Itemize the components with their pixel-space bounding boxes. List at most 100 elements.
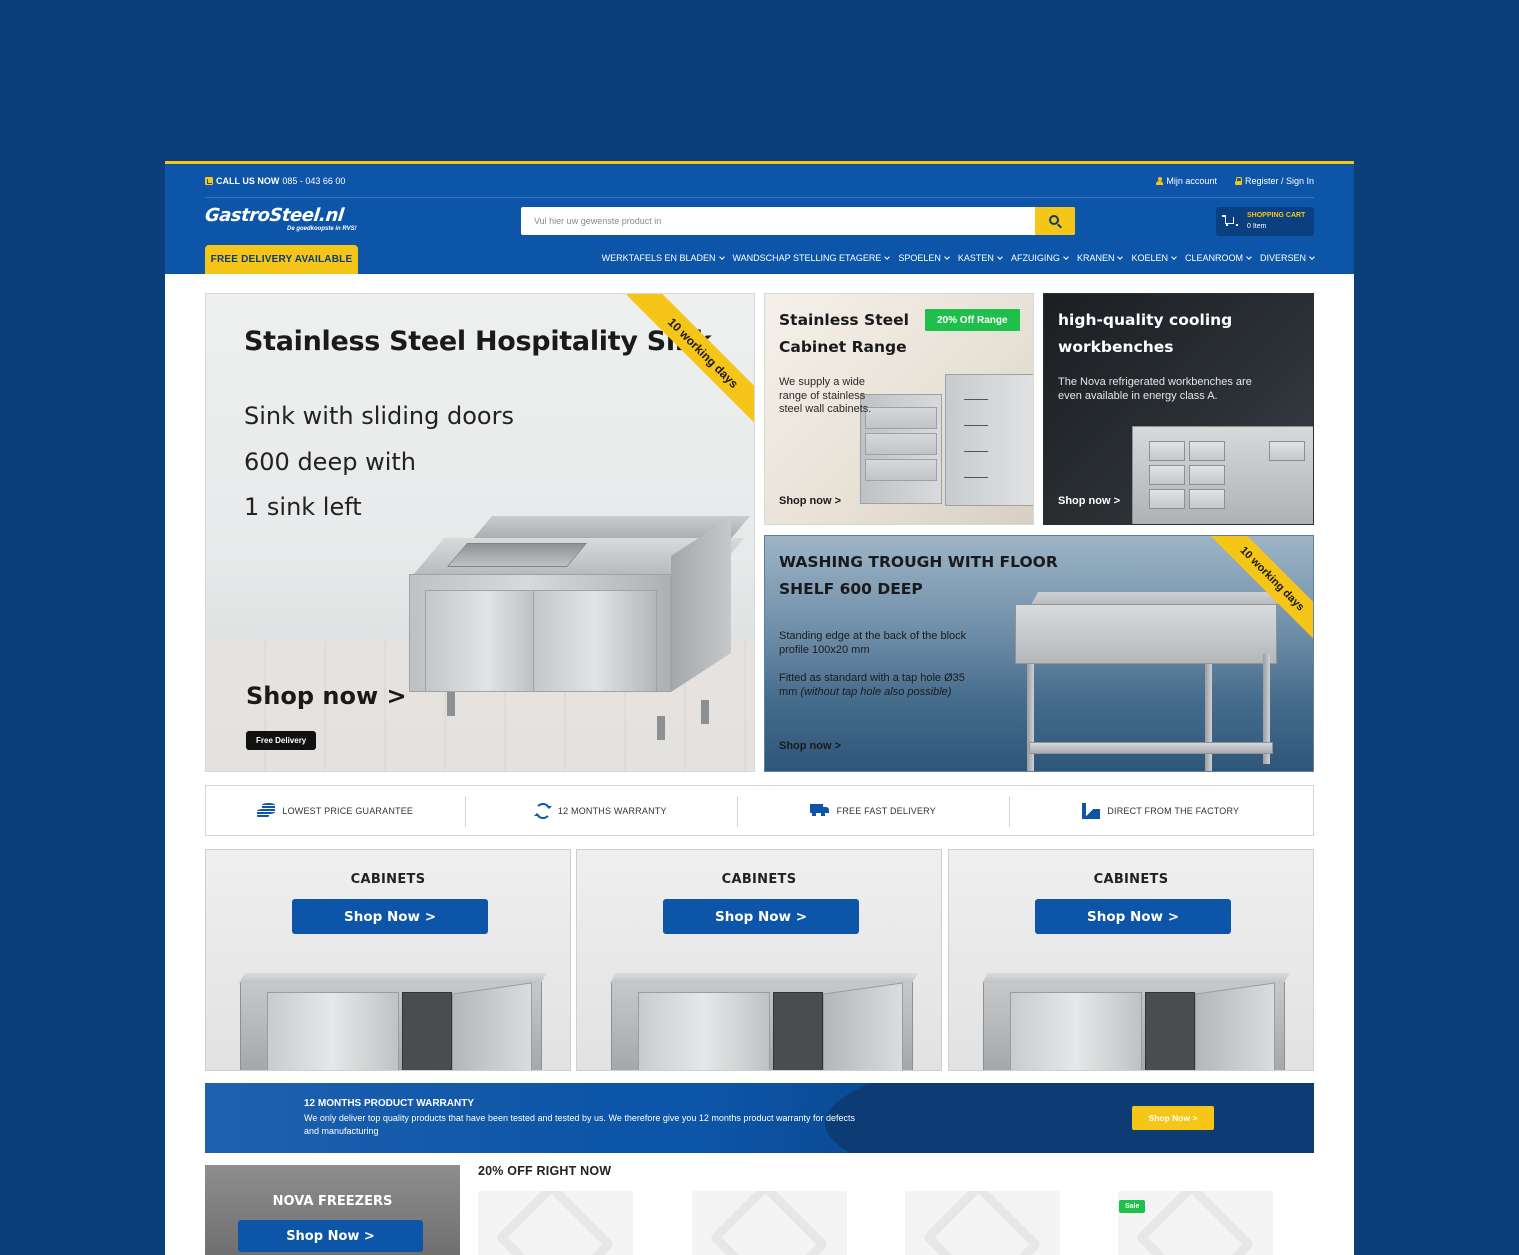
usp-warranty: 12 MONTHS WARRANTY: [464, 786, 738, 835]
logo-tagline: De goedkoopste in RVS!: [287, 226, 357, 232]
usp-direct-factory: DIRECT FROM THE FACTORY: [1008, 786, 1313, 835]
lock-icon: [1234, 177, 1243, 185]
tall-cabinet-image: [945, 374, 1033, 506]
search-button[interactable]: [1035, 207, 1075, 235]
top-bar: CALL US NOW 085 - 043 66 00 Mijn account…: [205, 176, 1314, 194]
usp-label: FREE FAST DELIVERY: [836, 805, 936, 816]
free-delivery-badge: Free Delivery: [246, 731, 317, 750]
topbar-divider: [205, 197, 1314, 198]
warranty-title: 12 MONTHS PRODUCT WARRANTY: [304, 1098, 475, 1109]
register-signin-link[interactable]: Register / Sign In: [1234, 176, 1314, 186]
call-label: CALL US NOW: [216, 176, 280, 186]
category-tile[interactable]: CABINETS Shop Now >: [576, 849, 942, 1071]
usp-lowest-price: LOWEST PRICE GUARANTEE: [206, 786, 465, 835]
nav-item-diversen[interactable]: DIVERSEN: [1260, 253, 1314, 263]
warranty-shop-now-button[interactable]: Shop Now >: [1132, 1106, 1214, 1130]
cabinet-shop-now-link[interactable]: Shop now >: [779, 495, 841, 507]
trough-product-image: [1015, 604, 1277, 664]
decorative-wave: [825, 1083, 1314, 1153]
product-card[interactable]: [478, 1191, 633, 1255]
usp-bar: LOWEST PRICE GUARANTEE 12 MONTHS WARRANT…: [205, 785, 1314, 836]
free-delivery-tab[interactable]: FREE DELIVERY AVAILABLE: [205, 245, 358, 274]
nova-freezers-tile[interactable]: NOVA FREEZERS Shop Now >: [205, 1165, 460, 1255]
hero-ribbon: 10 working days: [626, 294, 754, 430]
shopping-cart-button[interactable]: SHOPPING CART 0 Item: [1216, 207, 1314, 236]
nav-item-werktafels[interactable]: WERKTAFELS EN BLADEN: [602, 253, 724, 263]
phone-number: 085 - 043 66 00: [282, 176, 346, 186]
trough-floor-shelf: [1029, 742, 1273, 754]
category-tile[interactable]: CABINETS Shop Now >: [205, 849, 571, 1071]
cabinet-banner-title: Stainless Steel Cabinet Range: [779, 307, 909, 361]
hero-line-3: 1 sink left: [244, 493, 362, 521]
trough-description-2b: (without tap hole also possible): [800, 686, 952, 698]
category-shop-now-button[interactable]: Shop Now >: [663, 899, 859, 934]
logo-wordmark: GastroSteel.nl: [203, 205, 345, 226]
placeholder-image-icon: [921, 1191, 1043, 1255]
category-shop-now-button[interactable]: Shop Now >: [1035, 899, 1231, 934]
workbench-product-image: [1132, 426, 1313, 524]
hero-sink-banner[interactable]: Stainless Steel Hospitality Sink Sink wi…: [205, 293, 755, 772]
offers-heading: 20% OFF RIGHT NOW: [478, 1164, 612, 1178]
nav-item-spoelen[interactable]: SPOELEN: [898, 253, 949, 263]
product-card[interactable]: [692, 1191, 847, 1255]
trough-title-line-1: WASHING TROUGH WITH FLOOR: [779, 553, 1058, 571]
website-frame: CALL US NOW 085 - 043 66 00 Mijn account…: [165, 161, 1354, 1255]
trough-banner-title: WASHING TROUGH WITH FLOOR SHELF 600 DEEP: [779, 549, 1058, 603]
cooling-title-line-1: high-quality cooling: [1058, 311, 1233, 329]
cart-title: SHOPPING CART: [1247, 212, 1306, 219]
usp-label: 12 MONTHS WARRANTY: [557, 805, 667, 816]
account-links: Mijn account Register / Sign In: [1156, 176, 1314, 186]
warranty-banner: 12 MONTHS PRODUCT WARRANTY We only deliv…: [205, 1083, 1314, 1153]
cabinet-title-line-1: Stainless Steel: [779, 311, 909, 329]
hero-line-1: Sink with sliding doors: [244, 402, 514, 430]
trough-shop-now-link[interactable]: Shop now >: [779, 740, 841, 752]
placeholder-image-icon: [708, 1191, 830, 1255]
search-bar: [521, 207, 1075, 235]
washing-trough-banner[interactable]: WASHING TROUGH WITH FLOOR SHELF 600 DEEP…: [764, 535, 1314, 772]
nova-shop-now-button[interactable]: Shop Now >: [238, 1220, 423, 1252]
discount-badge: 20% Off Range: [925, 309, 1020, 331]
factory-icon: [1082, 802, 1101, 819]
site-logo[interactable]: GastroSteel.nl De goedkoopste in RVS!: [203, 205, 377, 238]
cooling-shop-now-link[interactable]: Shop now >: [1058, 495, 1120, 507]
site-header: CALL US NOW 085 - 043 66 00 Mijn account…: [165, 164, 1354, 274]
nav-item-wandschap[interactable]: WANDSCHAP STELLING ETAGERE: [733, 253, 890, 263]
warranty-description: We only deliver top quality products tha…: [304, 1113, 855, 1136]
product-card[interactable]: [905, 1191, 1060, 1255]
hero-shop-now-link[interactable]: Shop now >: [246, 682, 407, 710]
category-tile[interactable]: CABINETS Shop Now >: [948, 849, 1314, 1071]
nav-item-afzuiging[interactable]: AFZUIGING: [1011, 253, 1068, 263]
usp-free-delivery: FREE FAST DELIVERY: [737, 786, 1009, 835]
phone-icon: [205, 177, 213, 185]
trough-description-1: Standing edge at the back of the block p…: [779, 630, 967, 656]
search-input[interactable]: [521, 207, 1035, 235]
nav-item-kranen[interactable]: KRANEN: [1077, 253, 1123, 263]
main-navigation: WERKTAFELS EN BLADEN WANDSCHAP STELLING …: [602, 253, 1314, 263]
my-account-label: Mijn account: [1166, 176, 1217, 186]
cabinet-banner-description: We supply a wide range of stainless stee…: [779, 376, 872, 415]
cooling-workbench-banner[interactable]: high-quality cooling workbenches The Nov…: [1043, 293, 1314, 525]
nova-title: NOVA FREEZERS: [272, 1194, 393, 1209]
hero-title: Stainless Steel Hospitality Sink: [244, 326, 712, 357]
trough-title-line-2: SHELF 600 DEEP: [779, 580, 923, 598]
category-shop-now-button[interactable]: Shop Now >: [292, 899, 488, 934]
truck-icon: [809, 804, 830, 817]
cooling-banner-title: high-quality cooling workbenches: [1058, 307, 1232, 361]
usp-label: LOWEST PRICE GUARANTEE: [282, 805, 414, 816]
nav-item-cleanroom[interactable]: CLEANROOM: [1185, 253, 1251, 263]
nav-item-koelen[interactable]: KOELEN: [1131, 253, 1176, 263]
nav-item-kasten[interactable]: KASTEN: [958, 253, 1002, 263]
cart-icon: [1222, 215, 1238, 226]
cabinet-title-line-2: Cabinet Range: [779, 338, 907, 356]
placeholder-image-icon: [494, 1191, 616, 1255]
category-title: CABINETS: [350, 872, 426, 887]
call-us[interactable]: CALL US NOW 085 - 043 66 00: [205, 176, 345, 186]
sale-badge: Sale: [1119, 1200, 1146, 1213]
coins-icon: [257, 803, 276, 818]
register-label: Register / Sign In: [1244, 176, 1314, 186]
sink-product-image: [409, 516, 751, 756]
cart-item-count: 0 Item: [1247, 223, 1267, 230]
my-account-link[interactable]: Mijn account: [1156, 176, 1217, 186]
cabinet-range-banner[interactable]: Stainless Steel Cabinet Range 20% Off Ra…: [764, 293, 1034, 525]
refresh-icon: [533, 802, 552, 819]
